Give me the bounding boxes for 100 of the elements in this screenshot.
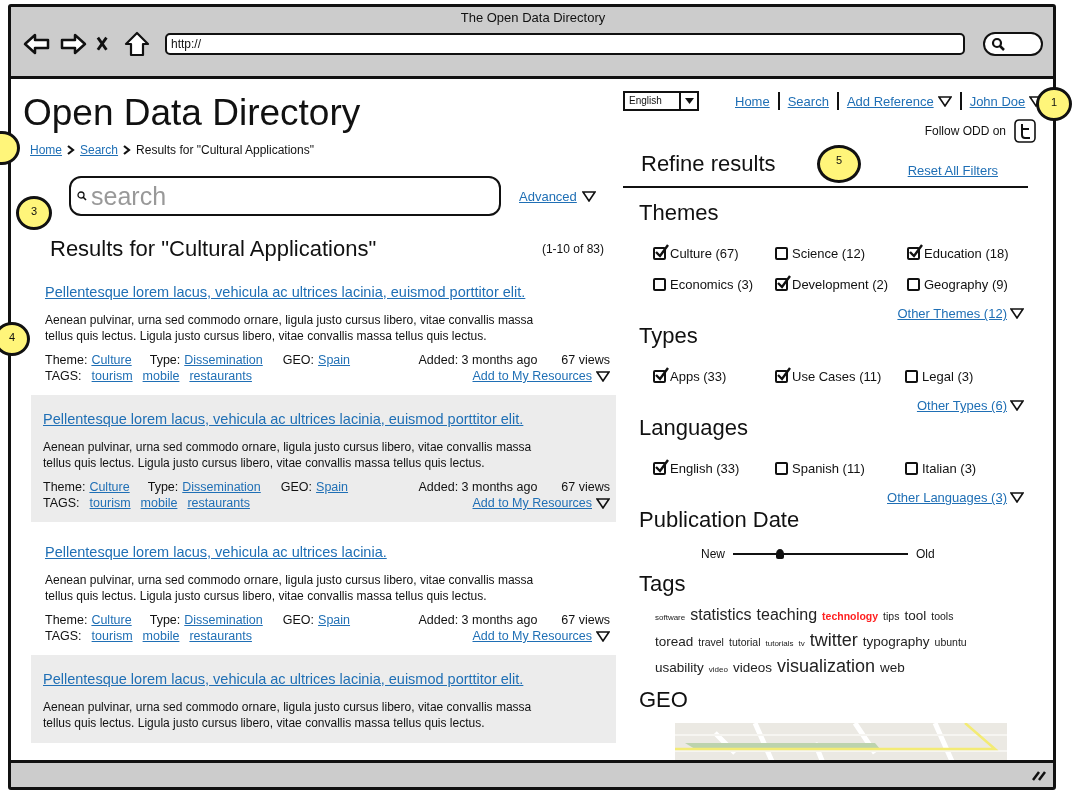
tag-link[interactable]: tourism (91, 369, 133, 383)
tag-link[interactable]: tools (931, 605, 954, 628)
option-label: Legal (3) (922, 369, 974, 384)
search-field[interactable]: search (69, 176, 501, 216)
caret-icon (581, 190, 596, 202)
slider-label: New (701, 547, 725, 561)
resize-grip-icon[interactable] (1031, 769, 1047, 781)
add-to-resources-link[interactable]: Add to My Resources (472, 369, 592, 383)
type-link[interactable]: Dissemination (184, 353, 263, 367)
tags-label: TAGS: (45, 369, 82, 383)
nav-link[interactable]: Home (735, 93, 770, 109)
tag-link[interactable]: usability (655, 656, 704, 679)
search-icon (991, 37, 1005, 51)
tag-link[interactable]: visualization (776, 655, 875, 678)
tag-link[interactable]: video (708, 658, 728, 681)
geo-link[interactable]: Spain (318, 613, 351, 627)
slider-label: Old (916, 547, 935, 561)
meta-label: Type: (149, 353, 181, 367)
tag-link[interactable]: tourism (89, 496, 131, 510)
result-title[interactable]: Pellentesque lorem lacus, vehicula ac ultrices lacinia. (45, 544, 610, 560)
checkbox[interactable] (775, 247, 788, 260)
result-title[interactable]: Pellentesque lorem lacus, vehicula ac ultrices lacinia, euismod porttitor elit. (43, 671, 610, 687)
filter-heading: Types (639, 323, 699, 349)
tag-link[interactable]: toread (655, 630, 694, 653)
tag-link[interactable]: tv (798, 632, 805, 655)
add-to-resources-link[interactable]: Add to My Resources (472, 496, 592, 510)
checkbox[interactable] (653, 278, 666, 291)
slider-thumb[interactable] (776, 549, 785, 559)
nav-link[interactable]: Search (787, 93, 829, 109)
type-link[interactable]: Dissemination (184, 613, 263, 627)
caret-icon (1010, 308, 1024, 319)
add-to-resources-link[interactable]: Add to My Resources (472, 629, 592, 643)
breadcrumb-link[interactable]: Search (80, 143, 119, 157)
geo-link[interactable]: Spain (316, 480, 349, 494)
tag-link[interactable]: restaurants (187, 496, 250, 510)
meta-label: Theme: (45, 353, 88, 367)
tag-link[interactable]: mobile (142, 629, 180, 643)
reset-filters-link[interactable]: Reset All Filters (907, 163, 998, 178)
caret-icon (596, 370, 610, 382)
tag-link[interactable]: mobile (142, 369, 180, 383)
checkbox[interactable] (775, 278, 788, 291)
theme-link[interactable]: Culture (91, 353, 132, 367)
checkbox[interactable] (905, 370, 918, 383)
language-select[interactable]: English (623, 91, 699, 111)
tag-link[interactable]: web (880, 656, 905, 679)
meta-label: Type: (147, 480, 179, 494)
callout-number: 3 (16, 196, 52, 230)
checkbox[interactable] (905, 462, 918, 475)
tag-link[interactable]: tool (904, 604, 927, 627)
more-filters-link[interactable]: Other Themes (12) (897, 306, 1007, 321)
more-filters-link[interactable]: Other Types (6) (916, 398, 1007, 413)
results-count: (1-10 of 83) (541, 242, 604, 256)
tag-link[interactable]: tips (883, 605, 900, 628)
checkbox[interactable] (907, 278, 920, 291)
browser-search-field[interactable] (983, 32, 1043, 56)
tag-link[interactable]: tutorial (728, 631, 761, 654)
advanced-link[interactable]: Advanced (519, 188, 577, 204)
more-filters-link[interactable]: Other Languages (3) (887, 490, 1007, 505)
geo-link[interactable]: Spain (318, 353, 351, 367)
view-count: 67 views (561, 480, 610, 494)
checkbox[interactable] (653, 247, 666, 260)
checkbox[interactable] (775, 370, 788, 383)
tag-link[interactable]: software (655, 606, 686, 629)
theme-link[interactable]: Culture (91, 613, 132, 627)
callout-number: 5 (817, 145, 861, 183)
type-link[interactable]: Dissemination (182, 480, 261, 494)
tag-link[interactable]: teaching (756, 603, 818, 626)
option-label: Italian (3) (922, 461, 977, 476)
filter-heading: Tags (639, 571, 687, 597)
tag-link[interactable]: tourism (91, 629, 133, 643)
nav-link[interactable]: Add Reference (846, 93, 934, 109)
caret-icon (1010, 400, 1024, 411)
tag-link[interactable]: tutorials (765, 632, 794, 655)
tag-link[interactable]: ubuntu (934, 631, 967, 654)
tag-link[interactable]: typography (862, 630, 930, 653)
result-description: Aenean pulvinar, urna sed commodo ornare, ligula justo cursus libero, vitae convallis massa tellus quis lectus. Ligula justo cursus libero, vitae convallis massa tellus quis lectus. (45, 572, 535, 604)
tag-link[interactable]: technology (822, 605, 879, 628)
tag-link[interactable]: twitter (809, 629, 858, 652)
tag-link[interactable]: travel (698, 631, 724, 654)
nav-link[interactable]: John Doe (969, 93, 1026, 109)
view-count: 67 views (561, 613, 610, 627)
option-label: Culture (67) (670, 246, 739, 261)
tag-link[interactable]: statistics (690, 603, 752, 626)
url-field[interactable]: http:// (165, 33, 965, 55)
tag-link[interactable]: restaurants (189, 629, 252, 643)
checkbox[interactable] (653, 370, 666, 383)
breadcrumb-link[interactable]: Home (30, 143, 62, 157)
result-title[interactable]: Pellentesque lorem lacus, vehicula ac ultrices lacinia, euismod porttitor elit. (43, 411, 610, 427)
checkbox[interactable] (653, 462, 666, 475)
callout-number: 1 (1036, 87, 1072, 121)
tag-link[interactable]: videos (732, 656, 772, 679)
tag-link[interactable]: restaurants (189, 369, 252, 383)
home-icon[interactable] (123, 30, 151, 58)
result-title[interactable]: Pellentesque lorem lacus, vehicula ac ultrices lacinia, euismod porttitor elit. (45, 284, 610, 300)
checkbox[interactable] (775, 462, 788, 475)
added-date: Added: 3 months ago (418, 480, 538, 494)
checkbox[interactable] (907, 247, 920, 260)
tags-label: TAGS: (45, 629, 82, 643)
tag-link[interactable]: mobile (140, 496, 178, 510)
theme-link[interactable]: Culture (89, 480, 130, 494)
